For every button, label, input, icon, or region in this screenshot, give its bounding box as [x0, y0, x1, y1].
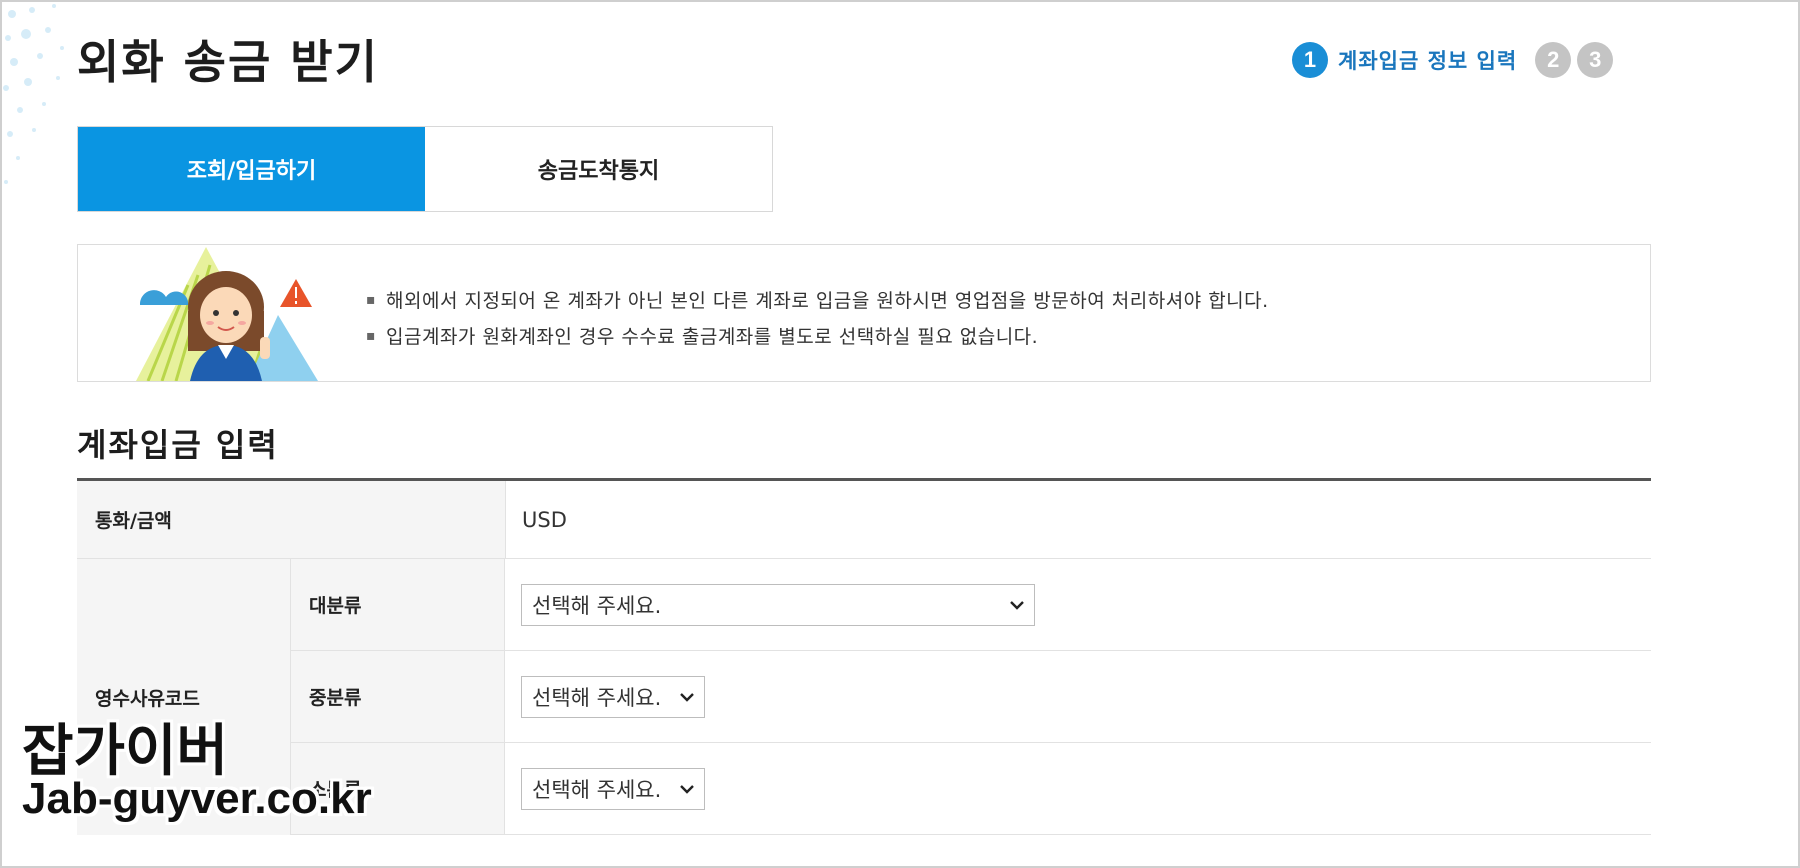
- tab-bar: 조회/입금하기 송금도착통지: [77, 126, 773, 212]
- major-category-row: 대분류 선택해 주세요.: [291, 559, 1651, 651]
- notice-box: ▪ 해외에서 지정되어 온 계좌가 아닌 본인 다른 계좌로 입금을 원하시면 영…: [77, 244, 1651, 382]
- middle-category-row: 중분류 선택해 주세요.: [291, 651, 1651, 743]
- page-title: 외화 송금 받기: [77, 35, 379, 89]
- major-category-cell: 선택해 주세요.: [504, 559, 1651, 650]
- minor-category-selected: 선택해 주세요.: [532, 777, 662, 802]
- step-1-badge: 1: [1292, 42, 1328, 78]
- currency-value: USD: [505, 481, 1651, 558]
- step-1-label: 계좌입금 정보 입력: [1338, 49, 1518, 73]
- bullet-icon: ▪: [366, 292, 376, 308]
- notice-line: ▪ 해외에서 지정되어 온 계좌가 아닌 본인 다른 계좌로 입금을 원하시면 영…: [366, 290, 1269, 312]
- tab-inquiry-deposit[interactable]: 조회/입금하기: [78, 127, 425, 211]
- major-category-select[interactable]: 선택해 주세요.: [521, 583, 1035, 626]
- minor-category-row: 소분류 선택해 주세요.: [291, 743, 1651, 835]
- currency-row: 통화/금액 USD: [77, 481, 1651, 559]
- step-3-badge: 3: [1577, 42, 1614, 78]
- notice-text: ▪ 해외에서 지정되어 온 계좌가 아닌 본인 다른 계좌로 입금을 원하시면 영…: [366, 283, 1269, 355]
- currency-label: 통화/금액: [77, 481, 505, 558]
- major-category-selected: 선택해 주세요.: [532, 593, 662, 618]
- middle-category-cell: 선택해 주세요.: [504, 651, 1651, 742]
- middle-category-select[interactable]: 선택해 주세요.: [521, 675, 705, 718]
- chevron-down-icon: [680, 692, 694, 702]
- minor-category-cell: 선택해 주세요.: [504, 743, 1651, 834]
- receipt-code-rows: 대분류 선택해 주세요. 중분류 선택해 주세요. 소분류 선택해 주세요.: [291, 559, 1651, 835]
- step-2-badge: 2: [1535, 42, 1572, 78]
- watermark-url: Jab-guyver.co.kr: [22, 774, 372, 823]
- bullet-icon: ▪: [366, 328, 376, 344]
- chevron-down-icon: [680, 784, 694, 794]
- major-category-label: 대분류: [291, 559, 504, 650]
- chevron-down-icon: [1010, 600, 1024, 610]
- notice-line: ▪ 입금계좌가 원화계좌인 경우 수수료 출금계좌를 별도로 선택하실 필요 없습…: [366, 326, 1039, 348]
- middle-category-selected: 선택해 주세요.: [532, 685, 662, 710]
- section-title: 계좌입금 입력: [77, 426, 279, 464]
- customer-service-illustration: [136, 247, 318, 381]
- middle-category-label: 중분류: [291, 651, 504, 742]
- minor-category-select[interactable]: 선택해 주세요.: [521, 767, 705, 810]
- tab-arrival-notice[interactable]: 송금도착통지: [425, 127, 772, 211]
- step-indicator: 1 계좌입금 정보 입력 2 3: [1292, 40, 1614, 80]
